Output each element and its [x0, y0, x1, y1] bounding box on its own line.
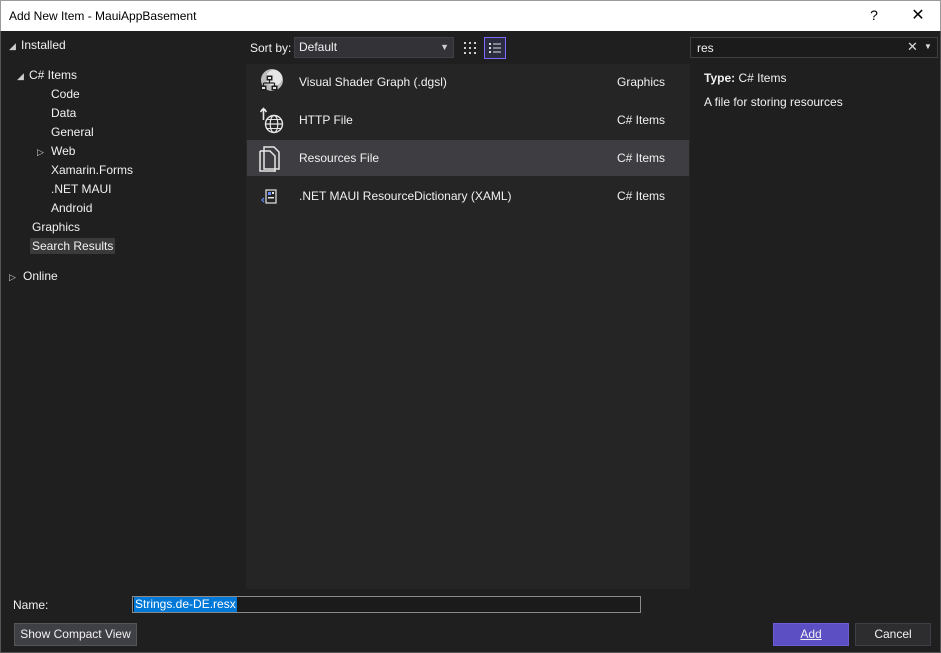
- template-row[interactable]: HTTP File C# Items: [247, 102, 689, 138]
- expanded-arrow-icon[interactable]: ◢: [17, 67, 29, 86]
- tree-node-online[interactable]: ▷ Online: [9, 267, 58, 286]
- category-tree: ◢ Installed ◢ C# Items Code Data General ▷…: [1, 31, 246, 589]
- tree-label: General: [51, 125, 94, 139]
- tree-node-graphics[interactable]: Graphics: [32, 218, 80, 237]
- show-compact-view-button[interactable]: Show Compact View: [14, 623, 137, 646]
- tree-label: Search Results: [30, 238, 116, 254]
- search-value: res: [697, 41, 714, 55]
- tree-label: Web: [51, 144, 76, 158]
- type-key: Type:: [704, 71, 736, 85]
- template-name: HTTP File: [299, 113, 353, 127]
- tree-node-csharp-items[interactable]: ◢ C# Items: [17, 66, 77, 85]
- add-button[interactable]: Add: [773, 623, 849, 646]
- help-button[interactable]: ?: [866, 7, 882, 23]
- close-button[interactable]: ✕: [907, 6, 929, 26]
- sort-by-value: Default: [299, 40, 338, 54]
- clear-search-icon[interactable]: ✕: [907, 39, 918, 55]
- window-title: Add New Item - MauiAppBasement: [9, 9, 197, 23]
- template-name: .NET MAUI ResourceDictionary (XAML): [299, 189, 512, 203]
- grid-view-button[interactable]: [459, 37, 481, 59]
- template-row[interactable]: Visual Shader Graph (.dgsl) Graphics: [247, 64, 689, 100]
- chevron-down-icon: ▼: [440, 42, 449, 52]
- tree-node-net-maui[interactable]: .NET MAUI: [51, 180, 111, 199]
- tree-label: Online: [23, 269, 58, 283]
- type-value: C# Items: [738, 71, 787, 85]
- collapsed-arrow-icon[interactable]: ▷: [37, 143, 49, 162]
- tree-label: Data: [51, 106, 77, 120]
- list-view-button[interactable]: [484, 37, 506, 59]
- tree-node-android[interactable]: Android: [51, 199, 92, 218]
- template-category: C# Items: [617, 113, 666, 127]
- title-bar: Add New Item - MauiAppBasement ? ✕: [0, 0, 941, 31]
- resources-file-icon: [257, 144, 285, 172]
- template-type: Type: C# Items: [704, 71, 934, 85]
- tree-label: .NET MAUI: [51, 182, 112, 196]
- template-name: Resources File: [299, 151, 380, 165]
- search-input[interactable]: res ✕ ▼: [690, 37, 938, 58]
- list-view-icon: [489, 43, 501, 53]
- http-file-icon: [257, 106, 285, 134]
- template-list: Visual Shader Graph (.dgsl) Graphics HTT…: [246, 64, 690, 589]
- tree-label: Installed: [21, 38, 66, 52]
- template-row[interactable]: Resources File C# Items: [247, 140, 689, 176]
- cancel-button[interactable]: Cancel: [855, 623, 931, 646]
- collapsed-arrow-icon[interactable]: ▷: [9, 268, 21, 287]
- grid-view-icon: [464, 42, 476, 54]
- name-label: Name:: [13, 598, 49, 612]
- tree-node-general[interactable]: General: [51, 123, 94, 142]
- tree-node-data[interactable]: Data: [51, 104, 76, 123]
- sort-by-label: Sort by:: [250, 41, 292, 55]
- template-name: Visual Shader Graph (.dgsl): [299, 75, 447, 89]
- xaml-icon: [257, 182, 285, 210]
- name-field[interactable]: Strings.de-DE.resx: [132, 596, 641, 613]
- template-row[interactable]: .NET MAUI ResourceDictionary (XAML) C# I…: [247, 178, 689, 214]
- template-category: C# Items: [617, 151, 666, 165]
- tree-label: Code: [51, 87, 80, 101]
- add-button-label: Add: [800, 627, 822, 641]
- tree-label: Xamarin.Forms: [51, 163, 134, 177]
- tree-label: Android: [51, 201, 93, 215]
- tree-node-xamarin-forms[interactable]: Xamarin.Forms: [51, 161, 133, 180]
- tree-node-installed[interactable]: ◢ Installed: [9, 36, 66, 55]
- add-new-item-dialog: ◢ Installed ◢ C# Items Code Data General ▷…: [0, 31, 941, 653]
- expanded-arrow-icon[interactable]: ◢: [9, 37, 21, 56]
- tree-label: C# Items: [29, 68, 78, 82]
- tree-label: Graphics: [32, 220, 81, 234]
- template-description: A file for storing resources: [704, 95, 843, 109]
- template-category: C# Items: [617, 189, 666, 203]
- shader-graph-icon: [257, 68, 285, 96]
- sort-by-select[interactable]: Default ▼: [294, 37, 454, 58]
- tree-node-search-results[interactable]: Search Results: [30, 237, 116, 256]
- template-category: Graphics: [617, 75, 666, 89]
- tree-node-code[interactable]: Code: [51, 85, 80, 104]
- search-dropdown-icon[interactable]: ▼: [924, 42, 932, 51]
- name-value: Strings.de-DE.resx: [134, 597, 237, 612]
- details-pane: Type: C# Items A file for storing resour…: [704, 71, 934, 109]
- tree-node-web[interactable]: ▷ Web: [37, 142, 75, 161]
